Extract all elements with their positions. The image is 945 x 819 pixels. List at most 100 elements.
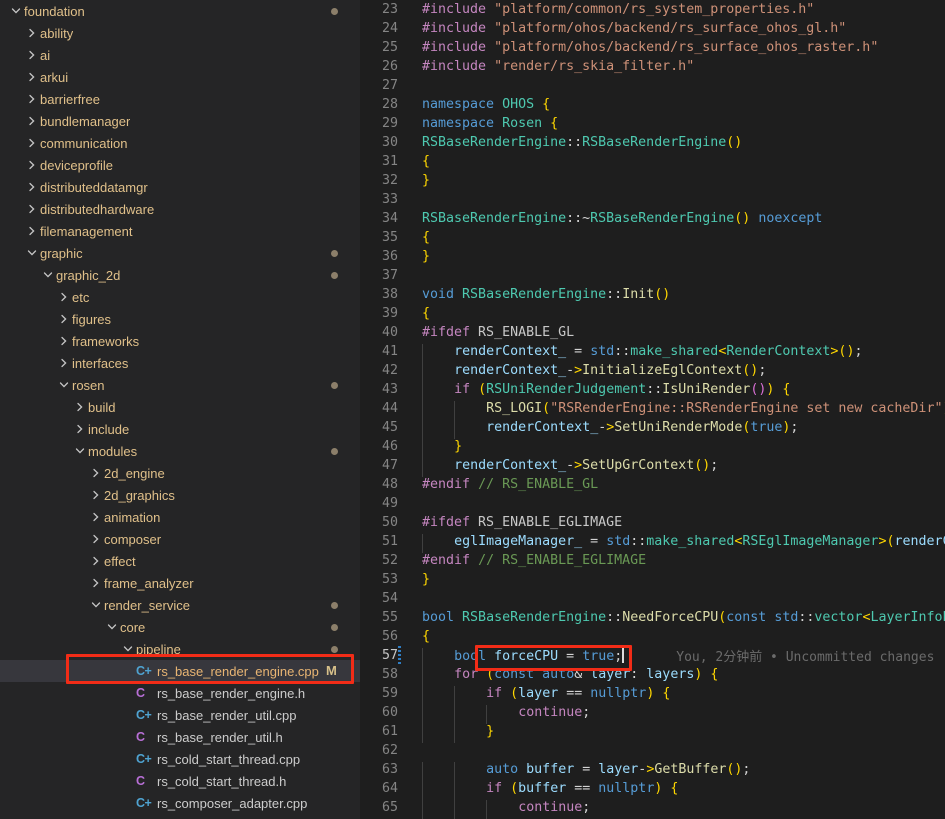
chevron-down-icon[interactable] xyxy=(8,3,24,19)
sidebar-folder-graphic_2d[interactable]: graphic_2d xyxy=(0,264,360,286)
sidebar-folder-ability[interactable]: ability xyxy=(0,22,360,44)
chevron-right-icon[interactable] xyxy=(56,311,72,327)
sidebar-folder-core[interactable]: core xyxy=(0,616,360,638)
sidebar-folder-distributeddatamgr[interactable]: distributeddatamgr xyxy=(0,176,360,198)
code-line[interactable]: 43 if (RSUniRenderJudgement::IsUniRender… xyxy=(360,380,945,401)
chevron-right-icon[interactable] xyxy=(88,553,104,569)
chevron-right-icon[interactable] xyxy=(88,575,104,591)
code-line[interactable]: 64 if (buffer == nullptr) { xyxy=(360,779,945,800)
code-line[interactable]: 38 void RSBaseRenderEngine::Init() xyxy=(360,285,945,304)
code-line[interactable]: 30 RSBaseRenderEngine::RSBaseRenderEngine… xyxy=(360,133,945,152)
sidebar-folder-filemanagement[interactable]: filemanagement xyxy=(0,220,360,242)
chevron-right-icon[interactable] xyxy=(88,465,104,481)
sidebar-file-rs_base_render_util-cpp[interactable]: C+ rs_base_render_util.cpp xyxy=(0,704,360,726)
code-line[interactable]: 37 xyxy=(360,266,945,285)
chevron-down-icon[interactable] xyxy=(72,443,88,459)
code-line[interactable]: 35 { xyxy=(360,228,945,247)
sidebar-folder-etc[interactable]: etc xyxy=(0,286,360,308)
code-line[interactable]: 46 } xyxy=(360,437,945,458)
code-line[interactable]: 25 #include "platform/ohos/backend/rs_sur… xyxy=(360,38,945,57)
sidebar-folder-figures[interactable]: figures xyxy=(0,308,360,330)
code-line[interactable]: 31 { xyxy=(360,152,945,171)
sidebar-file-rs_cold_start_thread-h[interactable]: Crs_cold_start_thread.h xyxy=(0,770,360,792)
sidebar-folder-include[interactable]: include xyxy=(0,418,360,440)
sidebar-file-rs_base_render_util-h[interactable]: Crs_base_render_util.h xyxy=(0,726,360,748)
code-line[interactable]: 29 namespace Rosen { xyxy=(360,114,945,133)
sidebar-file-rs_base_render_engine-cpp[interactable]: C+ rs_base_render_engine.cpp M xyxy=(0,660,360,682)
chevron-down-icon[interactable] xyxy=(40,267,56,283)
sidebar-folder-composer[interactable]: composer xyxy=(0,528,360,550)
sidebar-folder-2d_graphics[interactable]: 2d_graphics xyxy=(0,484,360,506)
sidebar-folder-frameworks[interactable]: frameworks xyxy=(0,330,360,352)
sidebar-folder-2d_engine[interactable]: 2d_engine xyxy=(0,462,360,484)
code-line[interactable]: 52 #endif // RS_ENABLE_EGLIMAGE xyxy=(360,551,945,570)
sidebar-folder-foundation[interactable]: foundation xyxy=(0,0,360,22)
code-line[interactable]: 54 xyxy=(360,589,945,608)
code-line[interactable]: 23 #include "platform/common/rs_system_pr… xyxy=(360,0,945,19)
sidebar-file-rs_composer_adapter-h[interactable]: Crs_composer_adapter.h xyxy=(0,814,360,819)
code-line[interactable]: 32} xyxy=(360,171,945,190)
sidebar-folder-frame_analyzer[interactable]: frame_analyzer xyxy=(0,572,360,594)
sidebar-folder-render_service[interactable]: render_service xyxy=(0,594,360,616)
code-line[interactable]: 24 #include "platform/ohos/backend/rs_sur… xyxy=(360,19,945,38)
chevron-down-icon[interactable] xyxy=(104,619,120,635)
code-line[interactable]: 47 renderContext_->SetUpGrContext(); xyxy=(360,456,945,477)
code-line[interactable]: 39 { xyxy=(360,304,945,323)
sidebar-folder-distributedhardware[interactable]: distributedhardware xyxy=(0,198,360,220)
code-line[interactable]: 48 #endif // RS_ENABLE_GL xyxy=(360,475,945,494)
sidebar-folder-ai[interactable]: ai xyxy=(0,44,360,66)
sidebar-folder-rosen[interactable]: rosen xyxy=(0,374,360,396)
sidebar-folder-interfaces[interactable]: interfaces xyxy=(0,352,360,374)
chevron-right-icon[interactable] xyxy=(24,47,40,63)
code-line[interactable]: 34 RSBaseRenderEngine::~RSBaseRenderEngin… xyxy=(360,209,945,228)
file-explorer-sidebar[interactable]: foundation ability ai arkui barrierfree bundl… xyxy=(0,0,360,819)
chevron-right-icon[interactable] xyxy=(72,399,88,415)
chevron-right-icon[interactable] xyxy=(24,223,40,239)
code-line[interactable]: 42 renderContext_->InitializeEglContext(… xyxy=(360,361,945,382)
chevron-right-icon[interactable] xyxy=(56,333,72,349)
code-line[interactable]: 40 #ifdef RS_ENABLE_GL xyxy=(360,323,945,342)
code-line[interactable]: 65 continue; xyxy=(360,798,945,819)
sidebar-file-rs_cold_start_thread-cpp[interactable]: C+ rs_cold_start_thread.cpp xyxy=(0,748,360,770)
code-line[interactable]: 53} xyxy=(360,570,945,589)
sidebar-folder-build[interactable]: build xyxy=(0,396,360,418)
code-line[interactable]: 60 continue; xyxy=(360,703,945,724)
code-line[interactable]: 51 eglImageManager_ = std::make_shared<R… xyxy=(360,532,945,553)
sidebar-folder-pipeline[interactable]: pipeline xyxy=(0,638,360,660)
chevron-right-icon[interactable] xyxy=(88,509,104,525)
code-line[interactable]: 50 #ifdef RS_ENABLE_EGLIMAGE xyxy=(360,513,945,532)
chevron-right-icon[interactable] xyxy=(24,179,40,195)
chevron-down-icon[interactable] xyxy=(24,245,40,261)
chevron-right-icon[interactable] xyxy=(24,91,40,107)
sidebar-file-rs_composer_adapter-cpp[interactable]: C+ rs_composer_adapter.cpp xyxy=(0,792,360,814)
chevron-right-icon[interactable] xyxy=(56,355,72,371)
sidebar-folder-modules[interactable]: modules xyxy=(0,440,360,462)
chevron-down-icon[interactable] xyxy=(120,641,136,657)
sidebar-folder-deviceprofile[interactable]: deviceprofile xyxy=(0,154,360,176)
code-editor[interactable]: 23 #include "platform/common/rs_system_pr… xyxy=(360,0,945,819)
code-line[interactable]: 41 renderContext_ = std::make_shared<Ren… xyxy=(360,342,945,363)
chevron-right-icon[interactable] xyxy=(88,487,104,503)
chevron-right-icon[interactable] xyxy=(24,25,40,41)
code-line[interactable]: 56 { xyxy=(360,627,945,646)
code-line[interactable]: 36} xyxy=(360,247,945,266)
chevron-right-icon[interactable] xyxy=(24,201,40,217)
sidebar-folder-arkui[interactable]: arkui xyxy=(0,66,360,88)
code-line[interactable]: 59 if (layer == nullptr) { xyxy=(360,684,945,705)
chevron-right-icon[interactable] xyxy=(72,421,88,437)
code-line[interactable]: 61 } xyxy=(360,722,945,743)
code-line[interactable]: 62 xyxy=(360,741,945,760)
sidebar-folder-animation[interactable]: animation xyxy=(0,506,360,528)
code-line[interactable]: 33 xyxy=(360,190,945,209)
sidebar-folder-barrierfree[interactable]: barrierfree xyxy=(0,88,360,110)
code-line[interactable]: 57 bool forceCPU = true; You, 2分钟前 • Unco… xyxy=(360,646,945,667)
code-line[interactable]: 27 xyxy=(360,76,945,95)
chevron-right-icon[interactable] xyxy=(88,531,104,547)
code-line[interactable]: 44 RS_LOGI("RSRenderEngine::RSRenderEngi… xyxy=(360,399,945,420)
code-line[interactable]: 26 #include "render/rs_skia_filter.h" xyxy=(360,57,945,76)
chevron-right-icon[interactable] xyxy=(24,69,40,85)
code-line[interactable]: 45 renderContext_->SetUniRenderMode(true… xyxy=(360,418,945,439)
sidebar-folder-graphic[interactable]: graphic xyxy=(0,242,360,264)
sidebar-folder-bundlemanager[interactable]: bundlemanager xyxy=(0,110,360,132)
chevron-down-icon[interactable] xyxy=(88,597,104,613)
